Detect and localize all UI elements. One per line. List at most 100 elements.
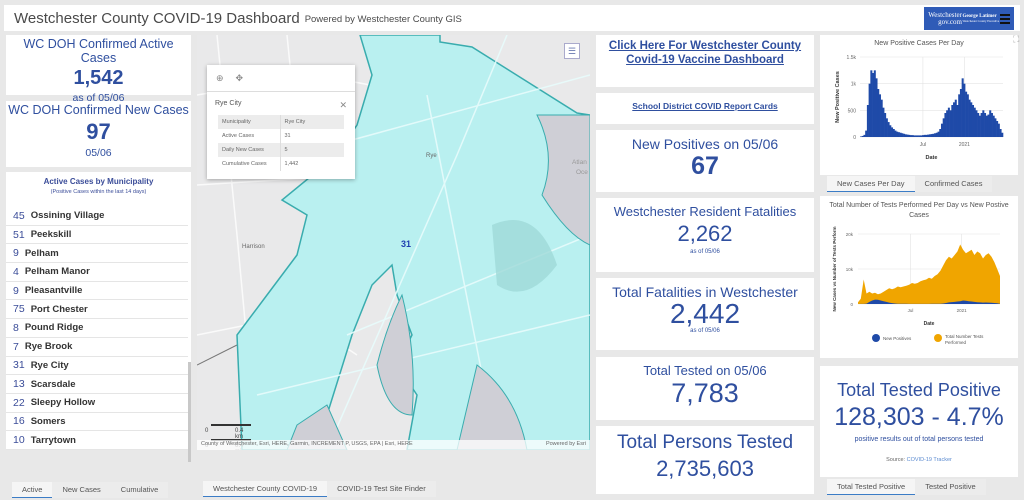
- zoom-to-icon[interactable]: ⊕: [216, 73, 224, 84]
- municipality-row[interactable]: 9 Pleasantville: [6, 281, 188, 301]
- bar: [982, 110, 985, 137]
- dock-move-icon[interactable]: ✥: [236, 73, 244, 84]
- powered-by-esri[interactable]: Powered by Esri: [546, 441, 586, 449]
- vaccine-dashboard-link[interactable]: Click Here For Westchester County Covid-1…: [596, 35, 814, 67]
- school-report-link[interactable]: School District COVID Report Cards: [596, 93, 814, 111]
- bar: [978, 115, 981, 137]
- municipality-scrollbar[interactable]: [188, 362, 191, 462]
- bar: [947, 107, 950, 137]
- new-cases-value: 97: [86, 119, 111, 144]
- y-tick-label: 0: [850, 302, 853, 307]
- tab-test-site-finder[interactable]: COVID-19 Test Site Finder: [327, 481, 436, 497]
- bar: [958, 94, 961, 137]
- bar: [954, 99, 957, 137]
- legend-marker-tests: [934, 334, 942, 342]
- y-tick-label: 20k: [846, 232, 854, 237]
- municipality-row[interactable]: 45 Ossining Village: [6, 207, 188, 226]
- bar: [872, 73, 875, 137]
- total-tested-positive-desc: positive results out of total persons te…: [854, 436, 984, 443]
- popup-title: Rye City: [215, 100, 242, 107]
- feature-popup: ⊕ ✥ Rye City ✕ Municipality Rye City Acti…: [207, 65, 355, 179]
- tab-confirmed-cases[interactable]: Confirmed Cases: [914, 176, 993, 192]
- legend-marker-new-positives: [872, 334, 880, 342]
- municipality-row[interactable]: 4 Pelham Manor: [6, 263, 188, 282]
- new-cases-chart[interactable]: 0 500 1k 1.5k Jul 2021 Date New Positive Cases: [820, 47, 1018, 172]
- municipality-name: Scarsdale: [30, 378, 76, 390]
- municipality-list[interactable]: 45 Ossining Village 51 Peekskill 9 Pelham 4 Pel…: [6, 207, 188, 450]
- bar: [884, 113, 887, 137]
- municipality-row[interactable]: 9 Pelham: [6, 244, 188, 264]
- bar: [923, 134, 926, 137]
- close-icon[interactable]: ✕: [339, 100, 347, 111]
- municipality-name: Pound Ridge: [24, 322, 84, 334]
- bar: [932, 133, 935, 137]
- tab-westchester-covid[interactable]: Westchester County COVID-19: [203, 481, 328, 497]
- legend-label-new-positives: New Positives: [883, 336, 912, 341]
- bar: [873, 70, 876, 137]
- bar: [966, 94, 969, 137]
- bar: [930, 134, 933, 137]
- municipality-subtitle: (Positive Cases within the last 14 days): [50, 189, 147, 195]
- tab-active[interactable]: Active: [12, 482, 53, 498]
- total-tested-day-value: 7,783: [671, 378, 739, 408]
- source-line: Source: COVID-19 Tracker: [886, 457, 952, 463]
- covid-tracker-link[interactable]: COVID-19 Tracker: [907, 457, 952, 463]
- tab-tested-positive[interactable]: Tested Positive: [915, 479, 986, 495]
- bar: [860, 136, 863, 137]
- total-tested-day-card: Total Tested on 05/06 7,783: [596, 357, 814, 420]
- bar: [903, 133, 906, 137]
- y-tick-label: 1k: [851, 82, 857, 88]
- bar: [951, 105, 954, 137]
- y-tick-label: 500: [848, 108, 857, 114]
- municipality-row[interactable]: 22 Sleepy Hollow: [6, 393, 188, 413]
- municipality-row[interactable]: 10 Tarrytown: [6, 431, 188, 450]
- bar: [892, 129, 895, 137]
- bar: [918, 135, 921, 137]
- municipality-count: 9: [13, 247, 19, 260]
- bar: [866, 105, 869, 137]
- bar: [891, 127, 894, 137]
- bar: [987, 114, 990, 137]
- bar: [882, 107, 885, 137]
- active-cases-title: WC DOH Confirmed Active Cases: [23, 37, 174, 65]
- map-view[interactable]: Rye Harrison Atlan Oce 31 ☰ ⊕ ✥ Rye City …: [197, 35, 590, 450]
- resident-fatalities-value: 2,262: [677, 221, 733, 246]
- bar: [899, 132, 902, 137]
- municipality-row[interactable]: 8 Pound Ridge: [6, 319, 188, 338]
- school-report-card: School District COVID Report Cards: [596, 93, 814, 124]
- tab-new-cases-per-day[interactable]: New Cases Per Day: [827, 176, 915, 192]
- bar: [904, 134, 907, 137]
- bar: [946, 110, 949, 137]
- bar: [939, 129, 942, 137]
- municipality-count: 51: [13, 228, 25, 241]
- municipality-row[interactable]: 75 Port Chester: [6, 300, 188, 320]
- bar: [989, 110, 992, 137]
- tests-chart[interactable]: 0 10k 20k Jul 2021 Date New Cases vs Number of…: [820, 218, 1018, 358]
- municipality-count: 16: [13, 415, 25, 428]
- westchester-logo[interactable]: Westchester gov.com George Latimer Westc…: [924, 7, 1014, 30]
- tab-cumulative[interactable]: Cumulative: [110, 482, 169, 498]
- municipality-row[interactable]: 51 Peekskill: [6, 225, 188, 245]
- layer-list-button[interactable]: ☰: [564, 43, 580, 59]
- tab-new-cases[interactable]: New Cases: [52, 482, 111, 498]
- municipality-row[interactable]: 7 Rye Brook: [6, 337, 188, 357]
- bar: [1001, 132, 1004, 137]
- map-case-count-label[interactable]: 31: [401, 239, 411, 249]
- bar: [980, 113, 983, 137]
- bar: [915, 135, 918, 137]
- tab-total-tested-positive[interactable]: Total Tested Positive: [827, 479, 916, 495]
- bar: [963, 83, 966, 137]
- new-cases-card: WC DOH Confirmed New Cases 97 05/06: [6, 101, 191, 167]
- municipality-row[interactable]: 16 Somers: [6, 412, 188, 432]
- municipality-row[interactable]: 13 Scarsdale: [6, 375, 188, 394]
- municipality-list-panel: Active Cases by Municipality (Positive C…: [6, 172, 191, 462]
- menu-icon[interactable]: [999, 13, 1010, 24]
- expand-icon[interactable]: ⛶: [1013, 34, 1019, 45]
- bar: [870, 70, 873, 137]
- municipality-title: Active Cases by Municipality: [43, 177, 154, 186]
- municipality-row[interactable]: 31 Rye City: [6, 356, 188, 376]
- bar: [997, 123, 1000, 137]
- municipality-name: Peekskill: [30, 229, 72, 241]
- bar: [934, 133, 937, 137]
- table-row: Cumulative Cases 1,442: [218, 157, 344, 171]
